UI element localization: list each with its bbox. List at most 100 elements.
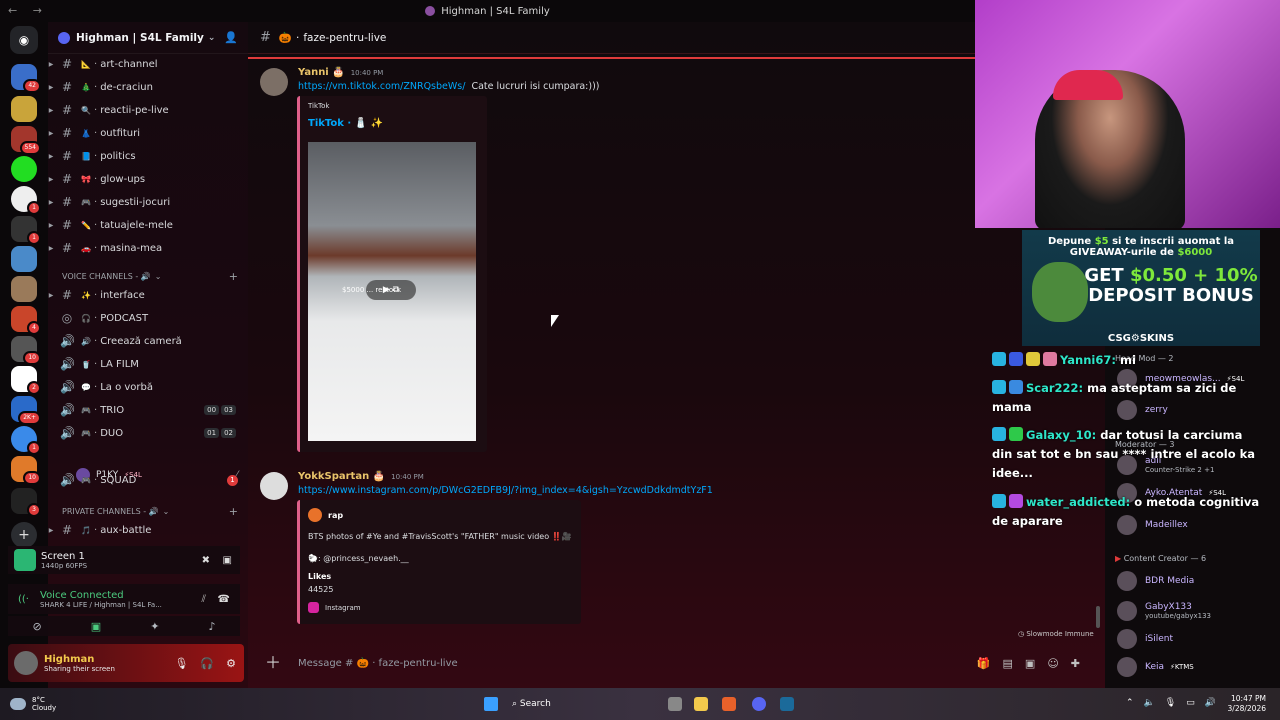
member[interactable]: iSilent bbox=[1117, 628, 1280, 650]
camera-off-icon[interactable]: ⊘ bbox=[33, 620, 42, 633]
server-icon[interactable]: 2 bbox=[11, 366, 41, 395]
gift-icon[interactable]: 🎁 bbox=[977, 657, 991, 670]
add-channel-icon[interactable]: + bbox=[229, 505, 238, 518]
channel-art-channel[interactable]: ▶ # 📐 · art-channel bbox=[48, 53, 248, 75]
screen-preview-icon bbox=[14, 549, 36, 571]
voice-status-sub[interactable]: SHARK 4 LIFE / Highman | S4L Fa... bbox=[40, 601, 162, 609]
server-icon[interactable]: 1 bbox=[11, 426, 41, 455]
channel-duo[interactable]: 🔊 🎮 · DUO 01 02 bbox=[48, 422, 248, 444]
chat-badge-icon bbox=[992, 427, 1006, 441]
channel-aux-battle[interactable]: ▶ # 🎵 · aux-battle bbox=[48, 519, 248, 541]
channel-emoji: 🎧 bbox=[81, 313, 91, 323]
avatar[interactable] bbox=[260, 472, 288, 500]
channel-masina-mea[interactable]: ▶ # 🚗 · masina-mea bbox=[48, 237, 248, 259]
member[interactable]: Keia ⚡KTMS bbox=[1117, 656, 1280, 678]
chevron-up-icon[interactable]: ⌃ bbox=[1126, 698, 1134, 708]
message-link[interactable]: https://www.instagram.com/p/DWcG2EDFB9J/… bbox=[298, 485, 713, 496]
server-icon[interactable]: 554 bbox=[11, 126, 41, 155]
channel-trio[interactable]: 🔊 🎮 · TRIO 00 03 bbox=[48, 399, 248, 421]
file-explorer-icon[interactable] bbox=[694, 697, 708, 711]
display-icon[interactable]: ▭ bbox=[1186, 698, 1195, 708]
server-icon[interactable] bbox=[11, 96, 37, 122]
channel-sugestii-jocuri[interactable]: ▶ # 🎮 · sugestii-jocuri bbox=[48, 191, 248, 213]
screen-share-panel[interactable]: Screen 1 1440p 60FPS ✖ ▣ bbox=[8, 546, 240, 574]
server-header[interactable]: Highman | S4L Family ⌄ 👤 bbox=[48, 22, 248, 54]
server-icon[interactable]: 42 bbox=[11, 64, 41, 93]
steam-icon[interactable] bbox=[780, 697, 794, 711]
channel-glow-ups[interactable]: ▶ # 🎀 · glow-ups bbox=[48, 168, 248, 190]
emoji-icon[interactable]: ☺ bbox=[1047, 657, 1058, 670]
scrollbar[interactable] bbox=[1096, 606, 1100, 628]
server-icon[interactable]: 10 bbox=[11, 336, 41, 365]
member[interactable]: GabyX133 youtube/gabyx133 bbox=[1117, 600, 1280, 622]
message-link[interactable]: https://vm.tiktok.com/ZNRQsbeWs/ bbox=[298, 81, 465, 92]
channel-tatuajele-mele[interactable]: ▶ # ✏️ · tatuajele-mele bbox=[48, 214, 248, 236]
speaker-icon[interactable]: 🔊 bbox=[1205, 698, 1216, 708]
channel-la-o-vorba[interactable]: 🔊 💬 · La o vorbă bbox=[48, 376, 248, 398]
channel-de-craciun[interactable]: ▶ # 🎄 · de-craciun bbox=[48, 76, 248, 98]
server-icon[interactable]: 2K+ bbox=[11, 396, 41, 425]
embed-title[interactable]: TikTok · 🧂 ✨ bbox=[308, 118, 383, 129]
message-composer: ＋ Message # 🎃 · faze-pentru-live 🎁 ▤ ▣ ☺… bbox=[260, 648, 1100, 678]
gif-icon[interactable]: ▤ bbox=[1003, 657, 1013, 670]
activities-icon[interactable]: ✦ bbox=[150, 620, 159, 633]
channel-politics[interactable]: ▶ # 📘 · politics bbox=[48, 145, 248, 167]
message-input[interactable]: Message # 🎃 · faze-pentru-live bbox=[298, 658, 458, 669]
headphones-icon[interactable]: 🎧 bbox=[200, 657, 214, 670]
weather-widget[interactable]: 8°C Cloudy bbox=[10, 696, 56, 712]
server-icon[interactable] bbox=[11, 246, 37, 272]
server-icon[interactable]: 10 bbox=[11, 456, 41, 485]
voice-status-title[interactable]: Voice Connected bbox=[40, 590, 162, 601]
server-icon[interactable]: 3 bbox=[11, 488, 41, 517]
add-channel-icon[interactable]: + bbox=[229, 270, 238, 283]
gear-icon[interactable]: ⚙ bbox=[226, 657, 236, 670]
server-icon[interactable]: 1 bbox=[11, 186, 41, 215]
embed-field-value: 44525 bbox=[308, 585, 334, 594]
server-icon[interactable]: 1 bbox=[11, 216, 41, 245]
discord-icon[interactable] bbox=[752, 697, 766, 711]
author-name[interactable]: YokkSpartan 🎂 10:40 PM bbox=[298, 471, 424, 482]
add-attachment-icon[interactable]: ＋ bbox=[260, 650, 286, 676]
member[interactable]: BDR Media bbox=[1117, 570, 1280, 592]
apps-icon[interactable]: ✚ bbox=[1071, 657, 1080, 670]
brave-browser-icon[interactable] bbox=[722, 697, 736, 711]
avatar[interactable] bbox=[260, 68, 288, 96]
author-name[interactable]: Yanni 🎂 10:40 PM bbox=[298, 67, 383, 78]
microphone-icon[interactable]: 🎙 bbox=[1165, 698, 1176, 708]
add-server-icon[interactable]: + bbox=[11, 522, 37, 548]
discord-home-icon[interactable]: ◉ bbox=[10, 26, 38, 54]
embed-author[interactable]: rap bbox=[328, 511, 343, 520]
server-icon[interactable]: 4 bbox=[11, 306, 41, 335]
member-category: ▶ Content Creator — 6 bbox=[1115, 554, 1207, 563]
sticker-icon[interactable]: ▣ bbox=[1025, 657, 1035, 670]
stop-share-icon[interactable]: ✖ bbox=[202, 555, 210, 566]
avatar[interactable] bbox=[14, 651, 38, 675]
channel-interface[interactable]: ▶ # ✨ · interface bbox=[48, 284, 248, 306]
server-icon[interactable] bbox=[11, 276, 37, 302]
channel-reactii-pe-live[interactable]: ▶ # 🔍 · reactii-pe-live bbox=[48, 99, 248, 121]
channel-la-film[interactable]: 🔊 🥤 · LA FILM bbox=[48, 353, 248, 375]
video-thumbnail[interactable]: ▶ ⧉ $5000 ... restock bbox=[308, 142, 476, 441]
disconnect-icon[interactable]: ☎ bbox=[218, 594, 230, 605]
taskbar-clock[interactable]: 10:47 PM 3/28/2026 bbox=[1228, 694, 1266, 714]
taskbar-search[interactable]: ⌕ Search bbox=[512, 695, 662, 713]
channel-squad[interactable]: 🔊 🎮 · SQUAD 1 bbox=[48, 469, 248, 491]
volume-icon[interactable]: 🔈 bbox=[1144, 698, 1155, 708]
user-count: 01 02 bbox=[204, 428, 236, 438]
private-channels-category[interactable]: PRIVATE CHANNELS - 🔊 ⌄ + bbox=[62, 504, 248, 518]
task-view-icon[interactable] bbox=[668, 697, 682, 711]
voice-channels-category[interactable]: VOICE CHANNELS - 🔊 ⌄ + bbox=[62, 269, 248, 283]
slowmode-label: ◷ Slowmode Immune bbox=[1018, 630, 1094, 638]
microphone-icon[interactable]: 🎙 bbox=[174, 657, 188, 670]
server-icon[interactable] bbox=[11, 156, 37, 182]
channel-creeaza-camera[interactable]: 🔊 🔊 · Creează cameră bbox=[48, 330, 248, 352]
popout-icon[interactable]: ▣ bbox=[223, 555, 232, 566]
soundboard-icon[interactable]: ♪ bbox=[208, 620, 215, 633]
windows-start-icon[interactable] bbox=[484, 697, 498, 711]
channel-outfituri[interactable]: ▶ # 👗 · outfituri bbox=[48, 122, 248, 144]
nav-arrows[interactable]: ← → bbox=[8, 4, 48, 17]
channel-podcast[interactable]: ◎ 🎧 · PODCAST bbox=[48, 307, 248, 329]
invite-icon[interactable]: 👤 bbox=[224, 31, 238, 44]
noise-suppression-icon[interactable]: ⫽ bbox=[202, 594, 206, 605]
screen-share-icon[interactable]: ▣ bbox=[91, 620, 101, 633]
